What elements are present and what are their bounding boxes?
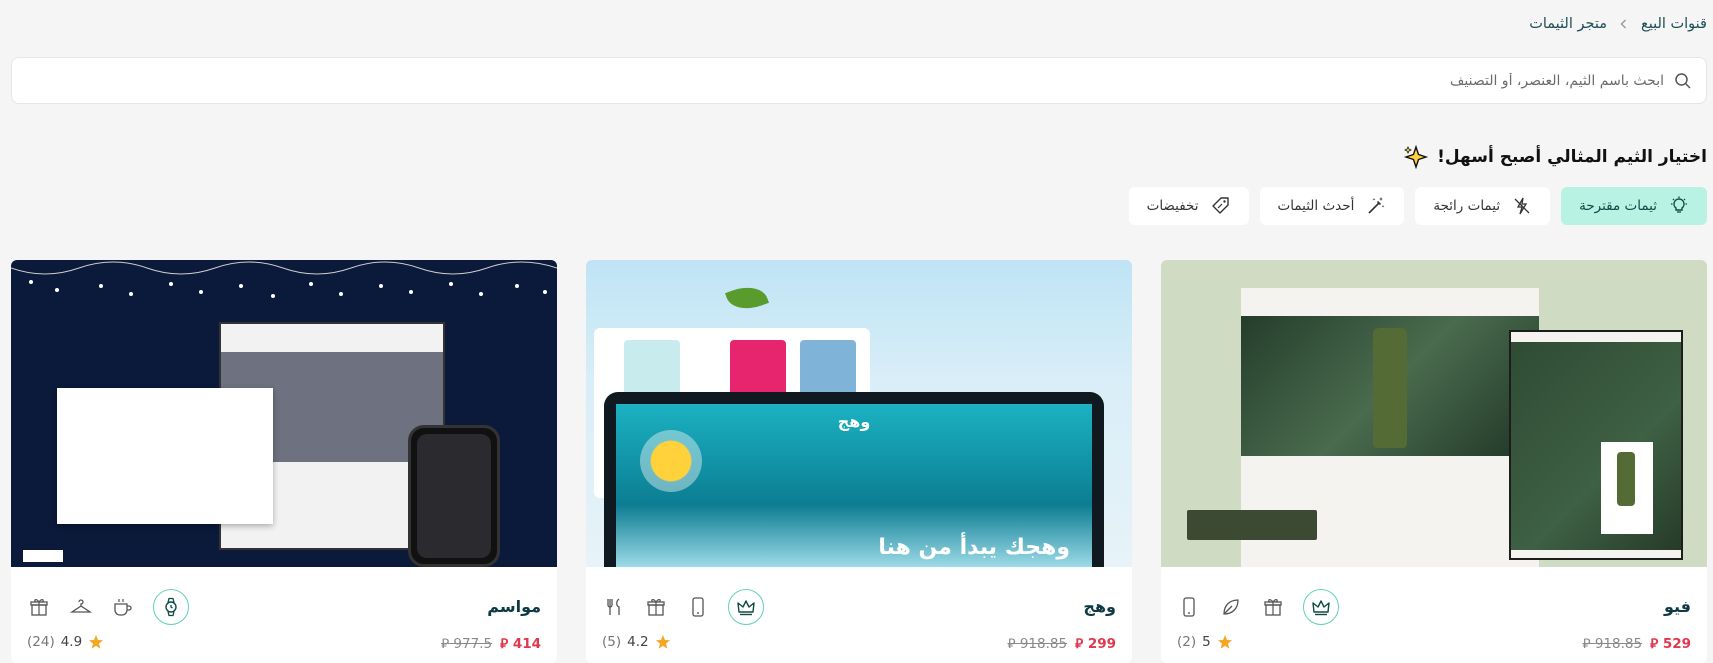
chevron-left-icon [1617,17,1631,31]
theme-preview-image[interactable] [11,260,557,567]
filter-chip-label: تخفيضات [1146,198,1199,214]
review-count: (24) [27,634,55,650]
theme-price: 414 ⃁ 977.5 ⃁ [441,634,541,652]
preview-title: وهجك يبدأ من هنا [878,535,1070,560]
theme-name[interactable]: فيو [1664,597,1691,616]
theme-preview-image[interactable] [1161,260,1707,567]
breadcrumb-sales-channels[interactable]: قنوات البيع [1641,16,1707,32]
original-price: 977.5 ⃁ [441,636,493,652]
filter-chip-label: ثيمات مقترحة [1579,198,1657,214]
preview-mobile [408,425,500,567]
search-input[interactable] [12,72,1664,89]
current-price: 299 ⃁ [1075,636,1116,652]
theme-cards: فيو 529 ⃁ 918.85 ⃁ (2) 5 [11,260,1707,663]
filter-chip-discounts[interactable]: تخفيضات [1128,187,1249,225]
original-price: 918.85 ⃁ [1582,636,1643,652]
tag-icon [1211,196,1231,216]
preview-brand: وهج [837,412,871,431]
theme-rating: (5) 4.2 [602,634,671,650]
preview-product-badge [1187,510,1317,540]
theme-price: 529 ⃁ 918.85 ⃁ [1583,634,1692,652]
theme-price: 299 ⃁ 918.85 ⃁ [1008,634,1117,652]
original-price: 918.85 ⃁ [1007,636,1068,652]
gift-icon[interactable] [1261,595,1285,619]
gift-icon[interactable] [644,595,668,619]
lightbulb-icon [1669,196,1689,216]
preview-logo [23,550,63,562]
preview-leaf [725,280,769,316]
filter-chip-suggested[interactable]: ثيمات مقترحة [1561,187,1707,225]
theme-name[interactable]: وهج [1083,597,1116,616]
hanger-icon[interactable] [69,595,93,619]
trending-icon [1512,196,1532,216]
rating-value: 4.9 [60,634,83,650]
current-price: 414 ⃁ [500,636,541,652]
category-icons [27,589,189,625]
section-heading-text: اختيار الثيم المثالي أصبح أسهل! [1437,147,1707,167]
search-icon [1674,72,1692,90]
filter-chip-trending[interactable]: ثيمات رائجة [1415,187,1551,225]
leaf-icon[interactable] [1219,595,1243,619]
search-bar [11,57,1707,104]
rating-value: 5 [1202,634,1211,650]
watch-icon[interactable] [153,589,189,625]
star-icon [88,634,104,650]
theme-card-vio[interactable]: فيو 529 ⃁ 918.85 ⃁ (2) 5 [1161,260,1707,663]
filter-chip-label: ثيمات رائجة [1433,198,1501,214]
section-heading: اختيار الثيم المثالي أصبح أسهل! [1403,144,1707,170]
theme-name[interactable]: مواسم [487,597,541,616]
gift-icon[interactable] [27,595,51,619]
filter-chip-label: أحدث الثيمات [1277,198,1355,214]
crown-icon[interactable] [1303,589,1339,625]
magic-wand-icon [1366,196,1386,216]
breadcrumb-theme-store: متجر الثيمات [1529,16,1607,32]
theme-rating: (24) 4.9 [27,634,104,650]
filter-chip-newest[interactable]: أحدث الثيمات [1259,187,1405,225]
mobile-icon[interactable] [686,595,710,619]
rating-value: 4.2 [627,634,649,650]
breadcrumb: قنوات البيع متجر الثيمات [1529,16,1707,32]
theme-card-wahj[interactable]: وهج وهجك يبدأ من هنا وهج 299 ⃁ 918.85 ⃁ … [586,260,1132,663]
crown-icon[interactable] [728,589,764,625]
theme-card-mawasim[interactable]: مواسم 414 ⃁ 977.5 ⃁ (24) 4.9 [11,260,557,663]
string-lights-decoration [11,261,557,298]
preview-mobile [1509,330,1683,560]
theme-preview-image[interactable]: وهج وهجك يبدأ من هنا [586,260,1132,567]
preview-social-card [57,388,273,524]
star-icon [655,634,671,650]
category-icons [1177,589,1339,625]
theme-rating: (2) 5 [1177,634,1233,650]
review-count: (2) [1177,634,1197,650]
category-icons [602,589,764,625]
filter-chips: ثيمات مقترحة ثيمات رائجة أحدث الثيمات تخ… [1128,187,1707,225]
sparkle-icon [1403,144,1429,170]
mobile-icon[interactable] [1177,595,1201,619]
fork-knife-icon[interactable] [602,595,626,619]
preview-desktop: وهج وهجك يبدأ من هنا [604,392,1104,567]
review-count: (5) [602,634,622,650]
current-price: 529 ⃁ [1650,636,1691,652]
star-icon [1217,634,1233,650]
coffee-cup-icon[interactable] [111,595,135,619]
